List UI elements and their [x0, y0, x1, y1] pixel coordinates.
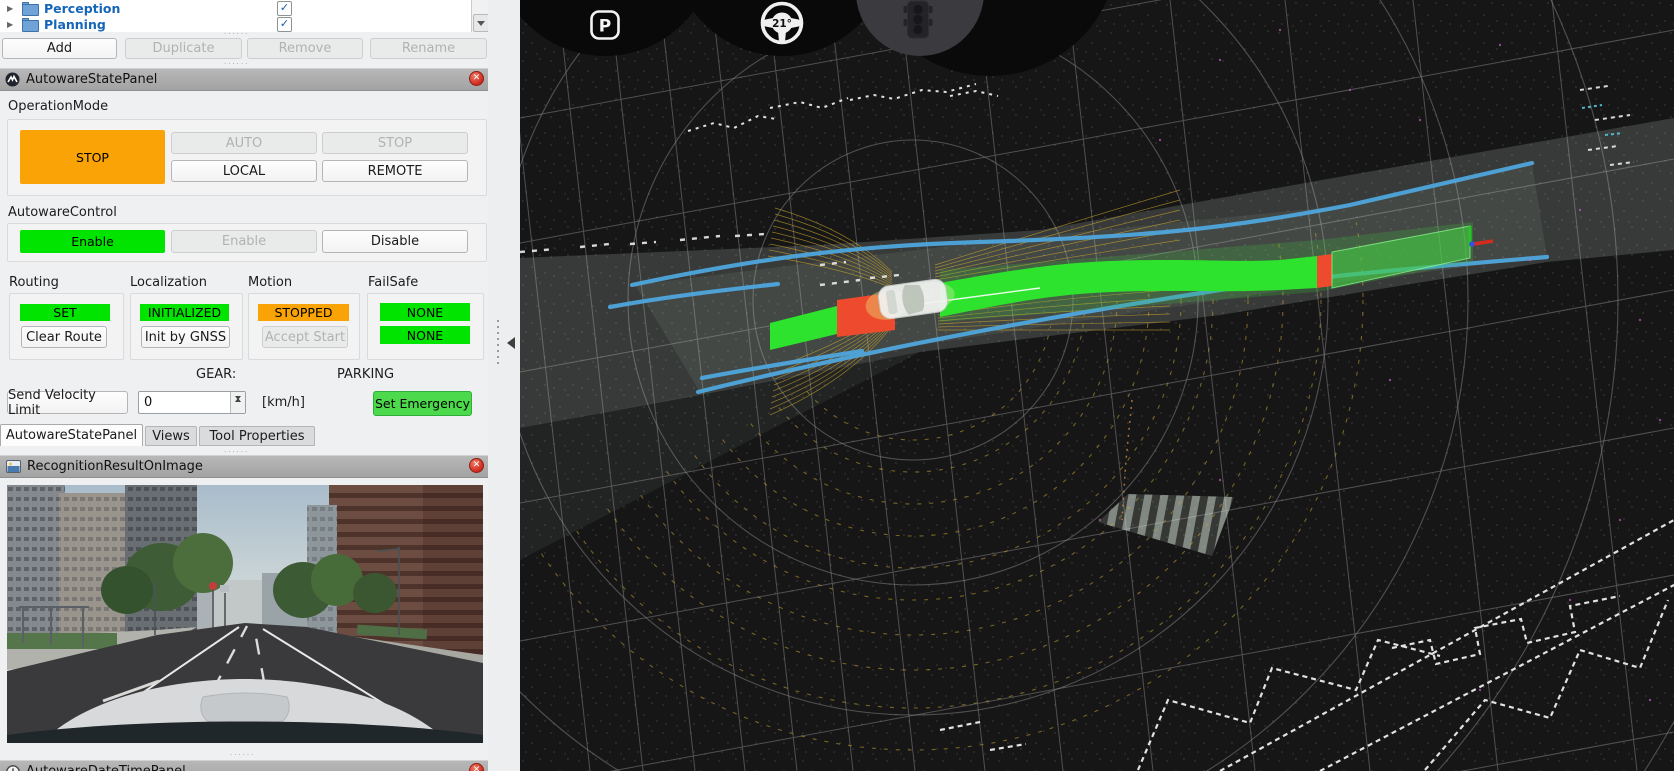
splitter-handle[interactable]: ...... [230, 749, 255, 757]
gear-value: PARKING [337, 367, 394, 382]
expand-arrow-icon[interactable]: ▶ [7, 20, 17, 29]
left-panel: ▶ Perception ✓ ▶ Planning ✓ ...... Add D… [0, 0, 489, 771]
close-icon[interactable]: ✕ [469, 71, 484, 86]
set-emergency-button[interactable]: Set Emergency [373, 391, 472, 416]
stop-button[interactable]: STOP [322, 132, 468, 154]
failsafe-status-badge-1: NONE [380, 303, 470, 321]
tree-scrollbar[interactable] [471, 0, 488, 32]
operation-mode-current[interactable]: STOP [20, 130, 165, 184]
scroll-down-icon[interactable] [473, 14, 488, 32]
routing-label: Routing [9, 275, 59, 290]
autoware-logo-icon [5, 72, 20, 87]
control-enable-current[interactable]: Enable [20, 230, 165, 253]
enable-button[interactable]: Enable [171, 230, 317, 253]
svg-text:P: P [599, 17, 611, 37]
image-panel-icon [6, 460, 21, 473]
tab-views[interactable]: Views [145, 426, 197, 446]
tree-item-label[interactable]: Perception [44, 1, 120, 16]
duplicate-button[interactable]: Duplicate [125, 38, 242, 59]
splitter-handle[interactable]: ...... [224, 446, 249, 454]
rviz-window: ▶ Perception ✓ ▶ Planning ✓ ...... Add D… [0, 0, 1674, 771]
local-button[interactable]: LOCAL [171, 160, 317, 182]
splitter-handle[interactable]: ...... [224, 58, 249, 66]
steering-angle-value: 21° [772, 18, 792, 30]
tree-item-label[interactable]: Planning [44, 17, 106, 32]
tab-tool-properties[interactable]: Tool Properties [199, 426, 315, 446]
checkbox[interactable]: ✓ [277, 1, 292, 16]
clear-route-button[interactable]: Clear Route [21, 326, 107, 348]
velocity-limit-value[interactable]: 0 [144, 395, 152, 410]
splitter-collapse-icon[interactable] [501, 337, 515, 349]
autoware-state-panel-header[interactable]: AutowareStatePanel ✕ [0, 68, 488, 91]
folder-icon [22, 18, 38, 30]
localization-label: Localization [130, 275, 207, 290]
remove-button[interactable]: Remove [247, 38, 363, 59]
expand-arrow-icon[interactable]: ▶ [7, 4, 17, 13]
gear-label: GEAR: [196, 367, 236, 382]
stop-wall-marker [1317, 254, 1332, 288]
accept-start-button[interactable]: Accept Start [262, 326, 348, 348]
traffic-light-icon [904, 1, 933, 38]
panel-title: AutowareDateTimePanel [26, 764, 186, 771]
close-icon[interactable]: ✕ [469, 763, 484, 771]
failsafe-status-badge-2: NONE [380, 326, 470, 344]
motion-status-badge: STOPPED [258, 304, 349, 321]
localization-status-badge: INITIALIZED [140, 304, 229, 321]
auto-button[interactable]: AUTO [171, 132, 317, 154]
velocity-limit-spinbox[interactable]: 0 [138, 391, 246, 414]
panel-title: AutowareStatePanel [26, 72, 157, 87]
splitter-handle[interactable]: ...... [224, 28, 249, 36]
autoware-control-label: AutowareControl [8, 205, 117, 220]
checkbox[interactable]: ✓ [277, 17, 292, 32]
splitter-grip[interactable] [497, 320, 499, 368]
panel-title: RecognitionResultOnImage [27, 459, 203, 474]
motion-label: Motion [248, 275, 292, 290]
datetime-panel-header[interactable]: AutowareDateTimePanel ✕ [0, 760, 488, 771]
send-velocity-limit-button[interactable]: Send Velocity Limit [7, 391, 128, 414]
rviz-3d-viewport[interactable]: P 21° [520, 0, 1674, 771]
camera-image [7, 485, 483, 743]
rename-button[interactable]: Rename [370, 38, 487, 59]
failsafe-label: FailSafe [368, 275, 418, 290]
init-by-gnss-button[interactable]: Init by GNSS [141, 326, 230, 348]
add-button[interactable]: Add [2, 38, 117, 59]
recognition-panel-header[interactable]: RecognitionResultOnImage ✕ [0, 455, 488, 478]
lidar-scene: P 21° [520, 0, 1674, 771]
clock-icon [6, 765, 20, 771]
velocity-unit-label: [km/h] [262, 395, 305, 410]
tab-autoware-state-panel[interactable]: AutowareStatePanel [0, 424, 143, 446]
routing-status-badge: SET [20, 304, 110, 321]
disable-button[interactable]: Disable [322, 230, 468, 253]
tree-row-perception[interactable]: ▶ Perception ✓ [0, 0, 470, 16]
close-icon[interactable]: ✕ [469, 458, 484, 473]
folder-icon [22, 2, 38, 14]
operation-mode-label: OperationMode [8, 99, 108, 114]
panel-splitter[interactable] [488, 0, 520, 771]
remote-button[interactable]: REMOTE [322, 160, 468, 182]
